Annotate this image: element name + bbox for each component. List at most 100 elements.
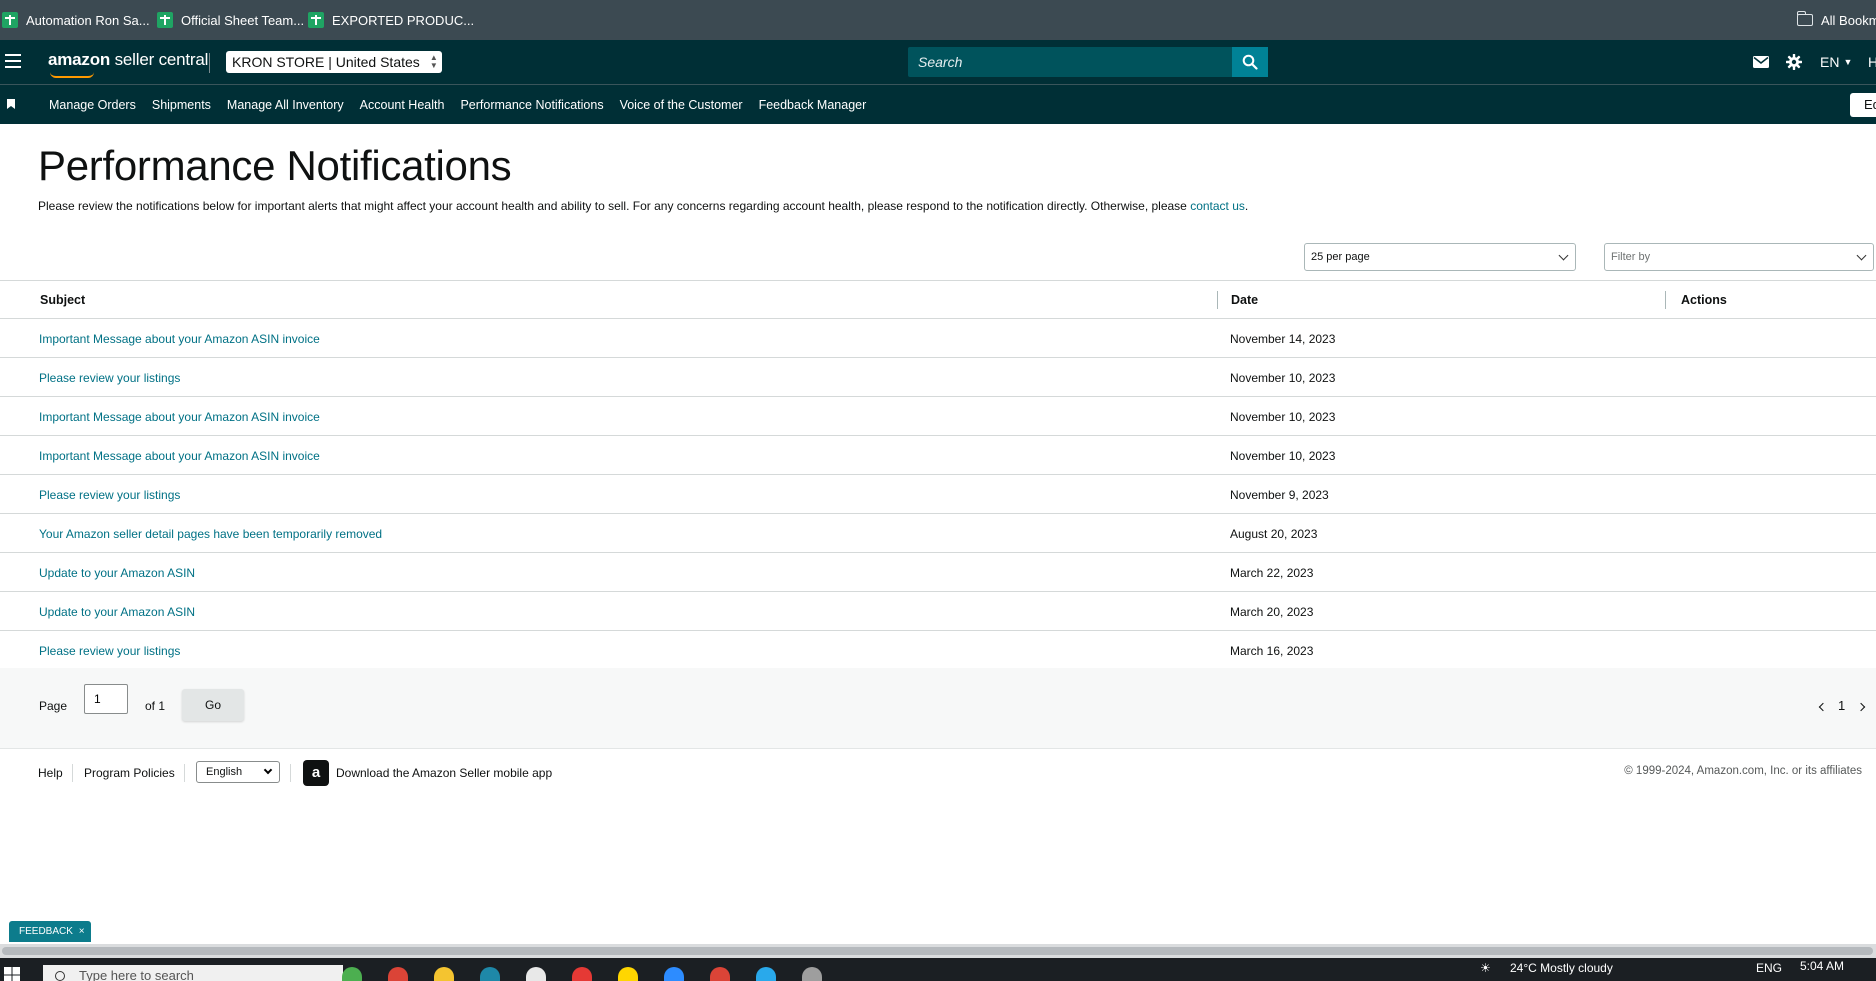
- chevron-left-icon[interactable]: [1818, 702, 1828, 712]
- bookmark-item[interactable]: Automation Ron Sa...: [2, 0, 150, 40]
- notification-subject-link[interactable]: Please review your listings: [39, 644, 180, 658]
- bookmark-icon[interactable]: [7, 99, 15, 109]
- taskbar-apps: [340, 958, 824, 981]
- taskbar-search[interactable]: Type here to search: [43, 965, 343, 981]
- table-row: Please review your listings March 16, 20…: [0, 631, 1876, 670]
- notification-subject-link[interactable]: Your Amazon seller detail pages have bee…: [39, 527, 382, 541]
- telegram-icon[interactable]: [754, 958, 778, 981]
- calculator-icon[interactable]: [800, 958, 824, 981]
- footer-language-value: English: [206, 766, 243, 778]
- chevron-down-icon: [1856, 250, 1867, 261]
- notification-subject-link[interactable]: Important Message about your Amazon ASIN…: [39, 449, 320, 463]
- notification-date: November 10, 2023: [1230, 410, 1336, 424]
- column-resize-handle[interactable]: [1665, 291, 1666, 309]
- notification-subject-link[interactable]: Important Message about your Amazon ASIN…: [39, 332, 320, 346]
- help-link[interactable]: Help: [38, 766, 63, 780]
- notification-subject-link[interactable]: Important Message about your Amazon ASIN…: [39, 410, 320, 424]
- go-button[interactable]: Go: [182, 689, 244, 721]
- footer-divider: [290, 764, 291, 782]
- feedback-tab[interactable]: FEEDBACK ×: [9, 921, 91, 942]
- top-bar: amazon seller central KRON STORE | Unite…: [0, 40, 1876, 84]
- table-row: Update to your Amazon ASIN March 20, 202…: [0, 592, 1876, 631]
- chrome-icon[interactable]: [386, 958, 410, 981]
- notification-date: August 20, 2023: [1230, 527, 1318, 541]
- nav-item-performance-notifications[interactable]: Performance Notifications: [460, 98, 603, 112]
- close-icon[interactable]: ×: [79, 926, 85, 937]
- edge-icon[interactable]: [478, 958, 502, 981]
- zoom-icon[interactable]: [662, 958, 686, 981]
- table-row: Important Message about your Amazon ASIN…: [0, 397, 1876, 436]
- mail-icon: [1753, 56, 1769, 68]
- chrome-icon[interactable]: [708, 958, 732, 981]
- page-title: Performance Notifications: [38, 142, 512, 189]
- nav-item-voice-of-the-customer[interactable]: Voice of the Customer: [620, 98, 743, 112]
- taskbar-app-icon[interactable]: [340, 958, 364, 981]
- notification-date: March 16, 2023: [1230, 644, 1314, 658]
- notification-date: November 9, 2023: [1230, 488, 1329, 502]
- store-selector[interactable]: KRON STORE | United States ▲ ▼: [226, 51, 442, 73]
- table-row: Important Message about your Amazon ASIN…: [0, 436, 1876, 475]
- notification-subject-link[interactable]: Please review your listings: [39, 371, 180, 385]
- help-button[interactable]: H: [1868, 40, 1876, 84]
- file-explorer-icon[interactable]: [432, 958, 456, 981]
- footer-divider: [72, 764, 73, 782]
- language-selector[interactable]: EN ▼: [1820, 40, 1852, 84]
- hamburger-menu-icon[interactable]: [5, 54, 21, 68]
- navigation-bar: Manage Orders Shipments Manage All Inven…: [0, 84, 1876, 124]
- program-policies-link[interactable]: Program Policies: [84, 766, 175, 780]
- notification-subject-link[interactable]: Update to your Amazon ASIN: [39, 566, 195, 580]
- nav-item-account-health[interactable]: Account Health: [360, 98, 445, 112]
- sticky-notes-icon[interactable]: [616, 958, 640, 981]
- windows-start-icon[interactable]: [4, 967, 20, 981]
- scrollbar-thumb[interactable]: [2, 947, 1873, 955]
- per-page-select[interactable]: 25 per page: [1304, 243, 1576, 271]
- copyright-text: © 1999-2024, Amazon.com, Inc. or its aff…: [1624, 765, 1862, 777]
- bookmark-item[interactable]: Official Sheet Team...: [157, 0, 304, 40]
- nav-item-shipments[interactable]: Shipments: [152, 98, 211, 112]
- clock[interactable]: 5:04 AM: [1800, 959, 1844, 973]
- filter-by-select[interactable]: Filter by: [1604, 243, 1874, 271]
- pagination-bar: Page of 1 Go 1: [0, 668, 1876, 749]
- table-row: Update to your Amazon ASIN March 22, 202…: [0, 553, 1876, 592]
- input-language[interactable]: ENG: [1756, 961, 1782, 975]
- taskbar-app-icon[interactable]: [524, 958, 548, 981]
- page-number-input[interactable]: [84, 684, 128, 714]
- weather-text[interactable]: 24°C Mostly cloudy: [1510, 961, 1613, 975]
- taskbar-search-placeholder: Type here to search: [79, 968, 194, 981]
- chevron-right-icon[interactable]: [1856, 702, 1866, 712]
- table-row: Your Amazon seller detail pages have bee…: [0, 514, 1876, 553]
- help-label: H: [1868, 54, 1876, 70]
- column-header-date[interactable]: Date: [1231, 293, 1258, 307]
- horizontal-scrollbar[interactable]: [0, 944, 1876, 958]
- description-end: .: [1244, 199, 1249, 213]
- all-bookmarks-label: All Bookma: [1821, 12, 1876, 28]
- search-button[interactable]: [1232, 47, 1268, 77]
- weather-icon[interactable]: ☀: [1480, 961, 1491, 975]
- seller-central-logo[interactable]: amazon seller central: [48, 50, 208, 70]
- taskbar-app-icon[interactable]: [570, 958, 594, 981]
- page-total-label: of 1: [145, 699, 166, 713]
- notification-subject-link[interactable]: Update to your Amazon ASIN: [39, 605, 195, 619]
- contact-us-link[interactable]: contact us: [1190, 199, 1245, 213]
- chevron-down-icon: [1558, 250, 1569, 261]
- all-bookmarks-button[interactable]: All Bookma: [1796, 0, 1876, 40]
- windows-taskbar: Type here to search ☀ 24°C Mostly cloudy…: [0, 958, 1876, 981]
- edit-nav-button[interactable]: Ed: [1850, 93, 1876, 117]
- search-input[interactable]: [908, 47, 1268, 77]
- column-resize-handle[interactable]: [1217, 291, 1218, 309]
- sheets-icon: [2, 12, 18, 28]
- nav-item-feedback-manager[interactable]: Feedback Manager: [759, 98, 867, 112]
- nav-item-manage-all-inventory[interactable]: Manage All Inventory: [227, 98, 344, 112]
- footer-language-select[interactable]: English: [196, 761, 280, 783]
- amazon-seller-app-icon[interactable]: a: [303, 760, 329, 786]
- notification-subject-link[interactable]: Please review your listings: [39, 488, 180, 502]
- messages-button[interactable]: [1753, 40, 1769, 84]
- column-header-subject[interactable]: Subject: [40, 293, 85, 307]
- nav-item-manage-orders[interactable]: Manage Orders: [49, 98, 136, 112]
- notification-date: November 10, 2023: [1230, 449, 1336, 463]
- logo-smile-icon: [50, 72, 94, 78]
- current-page-number[interactable]: 1: [1838, 698, 1845, 713]
- download-app-link[interactable]: Download the Amazon Seller mobile app: [336, 766, 552, 780]
- settings-button[interactable]: [1786, 40, 1802, 84]
- bookmark-item[interactable]: EXPORTED PRODUC...: [308, 0, 474, 40]
